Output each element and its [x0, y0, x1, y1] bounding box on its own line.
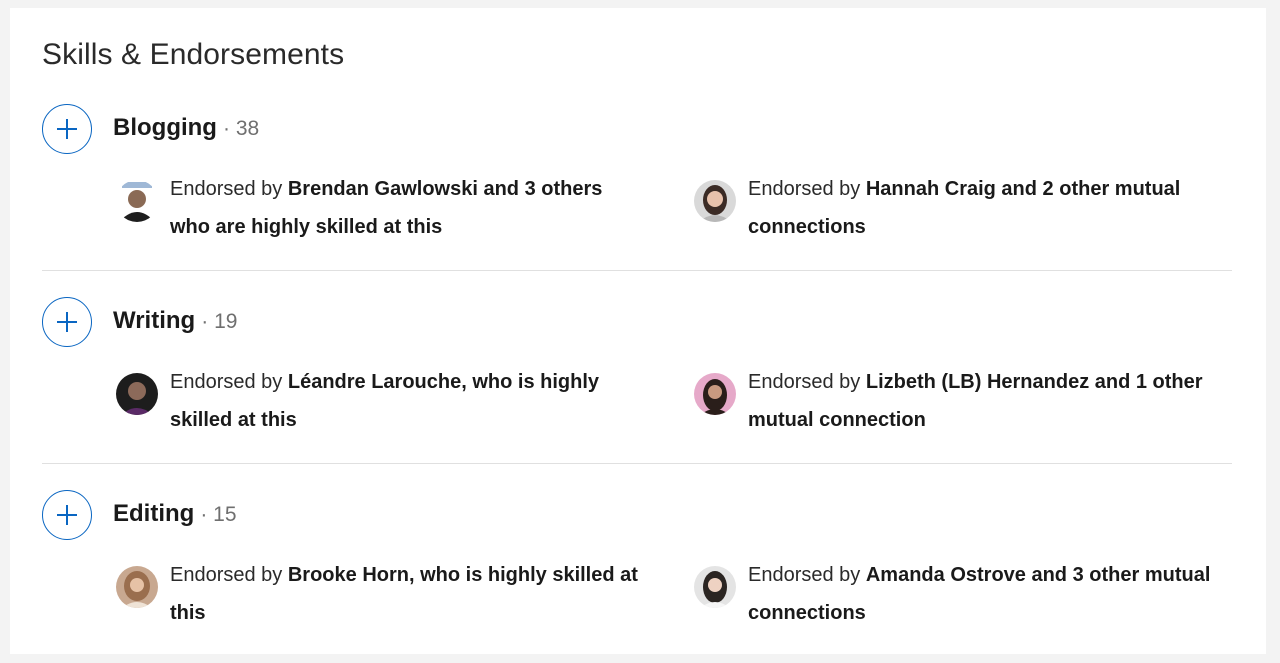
avatar-icon	[694, 180, 736, 222]
avatar[interactable]	[694, 373, 736, 415]
avatar-icon	[694, 566, 736, 608]
endorsement-text: Endorsed by Amanda Ostrove and 3 other m…	[748, 556, 1218, 632]
skill-item-editing: Editing · 15 Endorsed by Brooke Horn, who…	[42, 490, 1232, 624]
skill-name[interactable]: Writing	[113, 307, 195, 334]
separator-dot: ·	[200, 503, 208, 526]
divider	[42, 463, 1232, 464]
skill-count: 38	[235, 117, 260, 140]
skill-count: 19	[214, 310, 238, 333]
avatar[interactable]	[694, 566, 736, 608]
avatar[interactable]	[116, 566, 158, 608]
skills-card: Skills & Endorsements Blogging · 38 Endor…	[10, 8, 1266, 654]
avatar[interactable]	[116, 373, 158, 415]
skill-name-link[interactable]: Blogging · 38	[113, 114, 259, 142]
skill-count: 15	[213, 503, 237, 526]
endorsement-text: Endorsed by Hannah Craig and 2 other mut…	[748, 170, 1218, 246]
avatar-icon	[116, 373, 158, 415]
endorsement-text: Endorsed by Lizbeth (LB) Hernandez and 1…	[748, 363, 1218, 439]
avatar-icon	[694, 373, 736, 415]
avatar-icon	[116, 180, 158, 222]
endorse-plus-button[interactable]	[42, 297, 92, 347]
endorsement-prefix: Endorsed by	[170, 564, 288, 586]
avatar-icon	[116, 566, 158, 608]
endorsement-prefix: Endorsed by	[748, 178, 866, 200]
endorsement-text: Endorsed by Brendan Gawlowski and 3 othe…	[170, 170, 640, 246]
endorse-plus-button[interactable]	[42, 490, 92, 540]
section-title: Skills & Endorsements	[42, 38, 345, 71]
separator-dot: ·	[201, 310, 209, 333]
endorsement-text: Endorsed by Léandre Larouche, who is hig…	[170, 363, 640, 439]
divider	[42, 270, 1232, 271]
endorse-plus-button[interactable]	[42, 104, 92, 154]
endorsement-prefix: Endorsed by	[170, 178, 288, 200]
endorsement-text: Endorsed by Brooke Horn, who is highly s…	[170, 556, 640, 632]
skill-name-link[interactable]: Writing · 19	[113, 307, 237, 335]
separator-dot: ·	[222, 117, 230, 140]
avatar[interactable]	[694, 180, 736, 222]
avatar[interactable]	[116, 180, 158, 222]
skill-name[interactable]: Editing	[113, 500, 194, 527]
skill-item-writing: Writing · 19 Endorsed by Léandre Larouche…	[42, 297, 1232, 431]
endorsement-prefix: Endorsed by	[748, 564, 866, 586]
skill-name-link[interactable]: Editing · 15	[113, 500, 237, 528]
endorsement-prefix: Endorsed by	[748, 371, 866, 393]
endorsement-prefix: Endorsed by	[170, 371, 288, 393]
skill-item-blogging: Blogging · 38 Endorsed by Brendan Gawlows…	[42, 104, 1232, 238]
skill-name[interactable]: Blogging	[113, 114, 217, 141]
